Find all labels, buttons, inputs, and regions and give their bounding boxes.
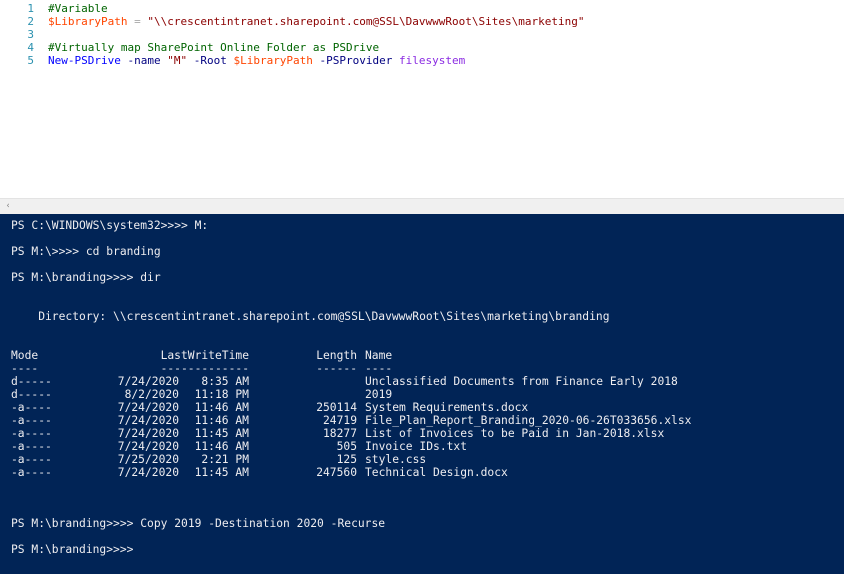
header-lastwritetime: LastWriteTime (160, 349, 249, 362)
cell-mode: -a---- (11, 440, 52, 453)
dir-table-row: -a---- 7/24/2020 11:46 AM 24719 File_Plan_Re… (11, 414, 831, 427)
code-token-variable: $LibraryPath (233, 54, 313, 67)
cell-time: 2:21 PM (201, 453, 249, 466)
console-pane[interactable]: PS C:\WINDOWS\system32>>>> M: PS M:\>>>>… (0, 214, 844, 574)
cell-name: File_Plan_Report_Branding_2020-06-26T033… (365, 414, 692, 427)
code-line[interactable]: 4 #Virtually map SharePoint Online Folder… (0, 41, 379, 54)
cell-name: Technical Design.docx (365, 466, 508, 479)
code-token-string: "M" (167, 54, 188, 67)
dir-table-underline: ---- ------------- ------ ---- (11, 362, 831, 375)
console-prompt-line: PS M:\branding>>>> Copy 2019 -Destinatio… (11, 517, 386, 530)
console-prompt-line: PS M:\>>>> cd branding (11, 245, 161, 258)
cell-date: 7/24/2020 (117, 401, 179, 414)
cell-length: 24719 (322, 414, 357, 427)
code-token-command: New-PSDrive (48, 54, 121, 67)
code-token-param: -PSProvider (312, 54, 400, 67)
console-prompt-line[interactable]: PS M:\branding>>>> (11, 543, 133, 556)
cell-length: 18277 (322, 427, 357, 440)
code-token-param: -name (120, 54, 168, 67)
header-mode: Mode (11, 349, 39, 362)
cell-mode: d----- (11, 375, 52, 388)
cell-mode: -a---- (11, 453, 52, 466)
cell-name: Invoice IDs.txt (365, 440, 468, 453)
code-token-param: -Root (187, 54, 234, 67)
dir-table-header: Mode LastWriteTime Length Name (11, 349, 831, 362)
underline-lastwritetime: ------------- (160, 362, 249, 375)
powershell-ise-window: 1 #Variable 2 $LibraryPath = "\\crescentint… (0, 0, 844, 574)
cell-length: 505 (336, 440, 357, 453)
cell-mode: -a---- (11, 414, 52, 427)
cell-name: 2019 (365, 388, 393, 401)
underline-length: ------ (316, 362, 357, 375)
line-number: 1 (27, 2, 34, 15)
cell-name: style.css (365, 453, 427, 466)
cell-date: 7/25/2020 (117, 453, 179, 466)
cell-date: 8/2/2020 (124, 388, 179, 401)
cell-mode: -a---- (11, 401, 52, 414)
cell-time: 11:45 AM (194, 427, 249, 440)
code-token-operator: = (127, 15, 148, 28)
dir-table-row: -a---- 7/24/2020 11:45 AM 247560 Technical D… (11, 466, 831, 479)
console-prompt-line: PS C:\WINDOWS\system32>>>> M: (11, 219, 209, 232)
code-token-arg: filesystem (399, 54, 466, 67)
code-line[interactable]: 1 #Variable (0, 2, 108, 15)
cell-length: 250114 (316, 401, 357, 414)
dir-table-row: -a---- 7/25/2020 2:21 PM 125 style.css (11, 453, 831, 466)
underline-name: ---- (365, 362, 393, 375)
line-number: 3 (27, 28, 34, 41)
cell-length: 247560 (316, 466, 357, 479)
pane-splitter[interactable]: ‹ (0, 198, 844, 214)
cell-date: 7/24/2020 (117, 440, 179, 453)
cell-time: 11:18 PM (194, 388, 249, 401)
dir-table-row: d----- 7/24/2020 8:35 AM Unclassified Docum… (11, 375, 831, 388)
cell-time: 11:45 AM (194, 466, 249, 479)
cell-time: 11:46 AM (194, 401, 249, 414)
code-token-comment: #Variable (48, 2, 108, 15)
dir-table-row: -a---- 7/24/2020 11:46 AM 250114 System Requ… (11, 401, 831, 414)
cell-mode: -a---- (11, 466, 52, 479)
cell-time: 11:46 AM (194, 440, 249, 453)
code-line[interactable]: 2 $LibraryPath = "\\crescentintranet.shar… (0, 15, 584, 28)
code-token-string: "\\crescentintranet.sharepoint.com@SSL\D… (147, 15, 585, 28)
cell-length: 125 (336, 453, 357, 466)
cell-date: 7/24/2020 (117, 427, 179, 440)
code-line[interactable]: 5 New-PSDrive -name "M" -Root $LibraryPat… (0, 54, 465, 67)
dir-table-row: -a---- 7/24/2020 11:46 AM 505 Invoice IDs.tx… (11, 440, 831, 453)
line-number: 2 (27, 15, 34, 28)
dir-table-row: -a---- 7/24/2020 11:45 AM 18277 List of Invo… (11, 427, 831, 440)
header-length: Length (316, 349, 357, 362)
dir-table-row: d----- 8/2/2020 11:18 PM 2019 (11, 388, 831, 401)
line-number: 4 (27, 41, 34, 54)
cell-time: 11:46 AM (194, 414, 249, 427)
line-number: 5 (27, 54, 34, 67)
directory-header: Directory: \\crescentintranet.sharepoint… (11, 310, 610, 323)
code-token-comment: #Virtually map SharePoint Online Folder … (48, 41, 380, 54)
cell-name: System Requirements.docx (365, 401, 529, 414)
chevron-left-icon[interactable]: ‹ (2, 200, 14, 213)
cell-date: 7/24/2020 (117, 466, 179, 479)
cell-date: 7/24/2020 (117, 414, 179, 427)
cell-time: 8:35 AM (201, 375, 249, 388)
cell-mode: -a---- (11, 427, 52, 440)
cell-mode: d----- (11, 388, 52, 401)
code-line[interactable]: 3 (0, 28, 48, 41)
script-editor-pane[interactable]: 1 #Variable 2 $LibraryPath = "\\crescentint… (0, 0, 844, 198)
cell-name: List of Invoices to be Paid in Jan-2018.… (365, 427, 665, 440)
cell-date: 7/24/2020 (117, 375, 179, 388)
console-prompt-line: PS M:\branding>>>> dir (11, 271, 161, 284)
cell-name: Unclassified Documents from Finance Earl… (365, 375, 678, 388)
header-name: Name (365, 349, 393, 362)
code-token-variable: $LibraryPath (48, 15, 128, 28)
underline-mode: ---- (11, 362, 39, 375)
